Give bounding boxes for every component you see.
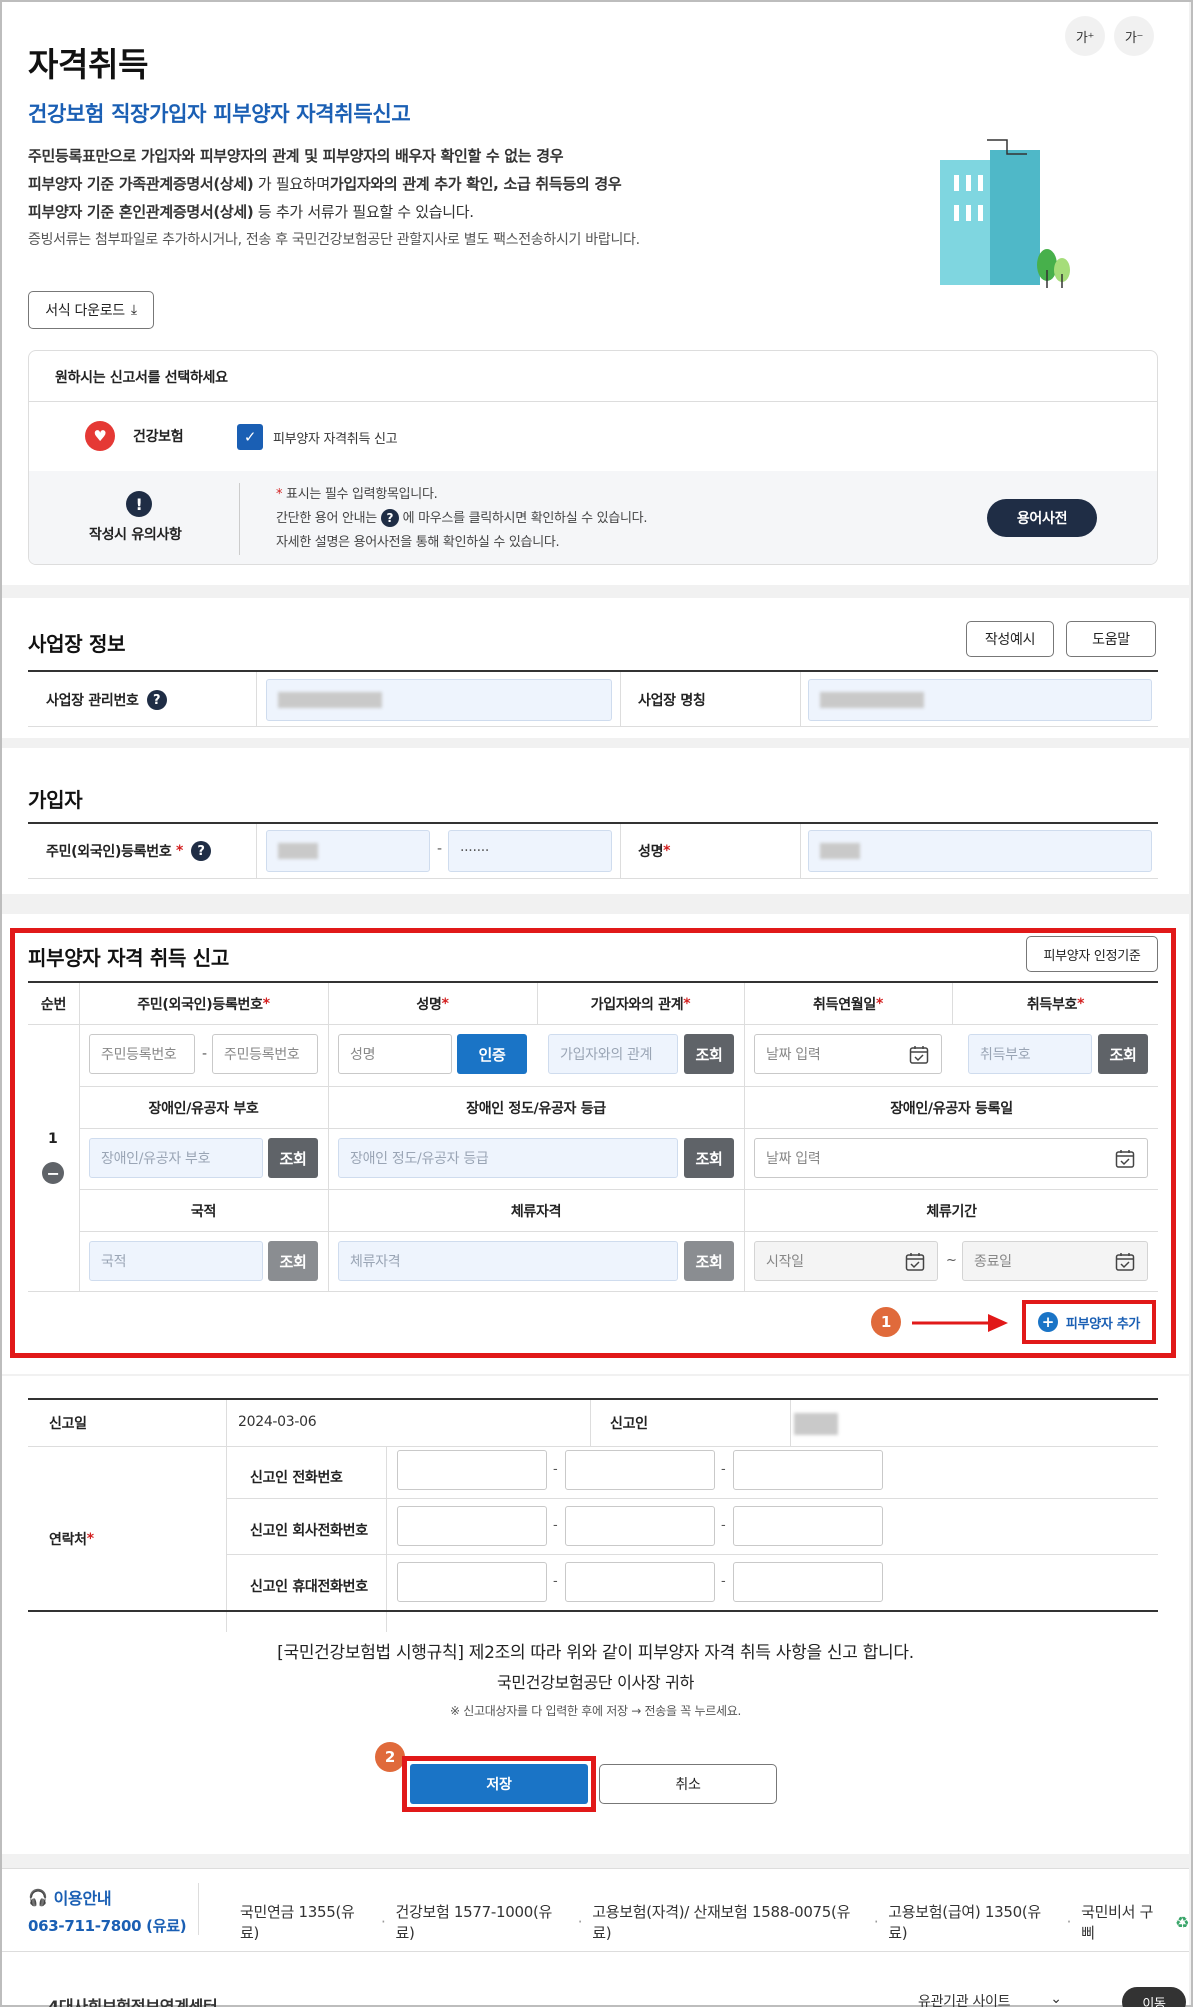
footer-item-health[interactable]: 건강보험 1577-1000(유료) [395,1901,567,1943]
mobile-label: 신고인 휴대전화번호 [250,1579,368,1595]
phone-field-1[interactable] [397,1450,547,1490]
help-question-icon[interactable]: ? [191,841,212,861]
mobile-field-1[interactable] [397,1562,547,1602]
mgmt-no-field[interactable] [266,679,612,721]
bottom-left-title: 4대사회보험정보연계센터 [48,1997,218,2007]
office-phone-field-3[interactable] [733,1506,883,1546]
footer-item-pension[interactable]: 국민연금 1355(유료) [240,1901,371,1943]
example-button[interactable]: 작성예시 [966,621,1054,657]
headset-icon: 🎧 [28,1887,48,1907]
subscriber-name-label: 성명 * [638,843,671,860]
footer-item-benefit[interactable]: 고용보험(급여) 1350(유료) [888,1901,1056,1943]
select-box-title: 원하시는 신고서를 선택하세요 [55,370,228,386]
save-note: ※ 신고대상자를 다 입력한 후에 저장 → 전송을 꼭 누르세요. [450,1704,741,1718]
font-decrease-button[interactable]: 가⁻ [1114,16,1154,56]
save-button[interactable]: 저장 [410,1764,588,1804]
contact-items: 국민연금 1355(유료) · 건강보험 1577-1000(유료) · 고용보험(… [240,1901,1189,1943]
office-phone-label: 신고인 회사전화번호 [250,1523,368,1539]
health-insurance-icon: ♥ [85,421,115,451]
chevron-down-icon: ⌄ [1050,1991,1062,2007]
footer-item-gubbi[interactable]: 국민비서 구삐 [1081,1901,1165,1943]
gubbi-icon: ♻ [1174,1912,1189,1932]
annotation-badge-2: 2 [375,1742,405,1772]
exclamation-icon: ! [126,491,152,517]
report-card: 신고일 2024-03-06 신고인 연락처 * 신고인 전화번호 - - 신고인… [2,1376,1189,1854]
page-subtitle: 건강보험 직장가입자 피부양자 자격취득신고 [28,102,411,126]
service-label: 건강보험 [133,429,184,445]
notice-title: 작성시 유의사항 [89,527,182,543]
phone-field-2[interactable] [565,1450,715,1490]
subscriber-name-field[interactable] [808,830,1152,872]
notice-text: * 표시는 필수 입력항목입니다. 간단한 용어 안내는 ? 에 마우스를 클릭… [276,487,648,550]
help-question-icon[interactable]: ? [146,690,167,710]
mgmt-no-label: 사업장 관리번호? [46,674,167,726]
report-date-label: 신고일 [49,1416,87,1432]
subscriber-rrn-back[interactable]: ······· [448,830,612,872]
footer: 🎧 이용안내 063-711-7800 (유료) 국민연금 1355(유료) · 건… [2,1868,1189,2007]
footer-item-employment[interactable]: 고용보험(자격)/ 산재보험 1588-0075(유료) [592,1901,864,1943]
intro-card: 자격취득 가⁺ 가⁻ 건강보험 직장가입자 피부양자 자격취득신고 주민등록표만… [2,2,1189,585]
download-form-button[interactable]: 서식 다운로드 ⤓ [28,291,154,329]
subscriber-card: 가입자 주민(외국인)등록번호 *? - ······· 성명 * [2,748,1189,894]
go-button[interactable]: 이동 [1122,1987,1186,2007]
font-increase-button[interactable]: 가⁺ [1065,16,1105,56]
workplace-title: 사업장 정보 [28,632,126,656]
download-icon: ⤓ [130,302,137,318]
reporter-label: 신고인 [610,1416,648,1432]
report-select-box: 원하시는 신고서를 선택하세요 ♥ 건강보험 ✓ 피부양자 자격취득 신고 ! … [28,350,1158,565]
guide-phone: 063-711-7800 (유료) [28,1917,187,1935]
help-button[interactable]: 도움말 [1066,621,1156,657]
phone-field-3[interactable] [733,1450,883,1490]
guide-block: 🎧 이용안내 063-711-7800 (유료) [28,1887,187,1936]
office-phone-field-2[interactable] [565,1506,715,1546]
checkbox-label: 피부양자 자격취득 신고 [273,432,398,447]
building-illustration [940,139,1070,288]
help-question-icon: ? [380,509,399,527]
dictionary-button[interactable]: 용어사전 [987,499,1097,537]
cancel-button[interactable]: 취소 [599,1764,777,1804]
addressee-text: 국민건강보험공단 이사장 귀하 [496,1673,695,1692]
related-sites-select[interactable]: 유관기관 사이트 ⌄ [918,1991,1062,2007]
subscriber-rrn-front[interactable] [266,830,430,872]
dependent-acq-checkbox[interactable]: ✓ [237,424,263,450]
contact-label: 연락처 * [49,1531,94,1548]
page-title: 자격취득 [28,45,149,84]
section-highlight [10,928,1176,1358]
statement-text: [국민건강보험법 시행규칙] 제2조의 따라 위와 같이 피부양자 자격 취득 … [277,1643,914,1663]
subscriber-rrn-label: 주민(외국인)등록번호 *? [46,824,212,878]
description: 주민등록표만으로 가입자와 피부양자의 관계 및 피부양자의 배우자 확인할 수… [28,147,640,248]
subscriber-title: 가입자 [28,788,83,812]
mobile-field-3[interactable] [733,1562,883,1602]
office-phone-field-1[interactable] [397,1506,547,1546]
workplace-card: 사업장 정보 작성예시 도움말 사업장 관리번호? 사업장 명칭 [2,598,1189,738]
report-date-value: 2024-03-06 [238,1414,317,1430]
workplace-name-field[interactable] [808,679,1152,721]
workplace-name-label: 사업장 명칭 [638,693,706,709]
reporter-value [794,1413,838,1435]
mobile-field-2[interactable] [565,1562,715,1602]
check-icon: ✓ [243,428,257,446]
